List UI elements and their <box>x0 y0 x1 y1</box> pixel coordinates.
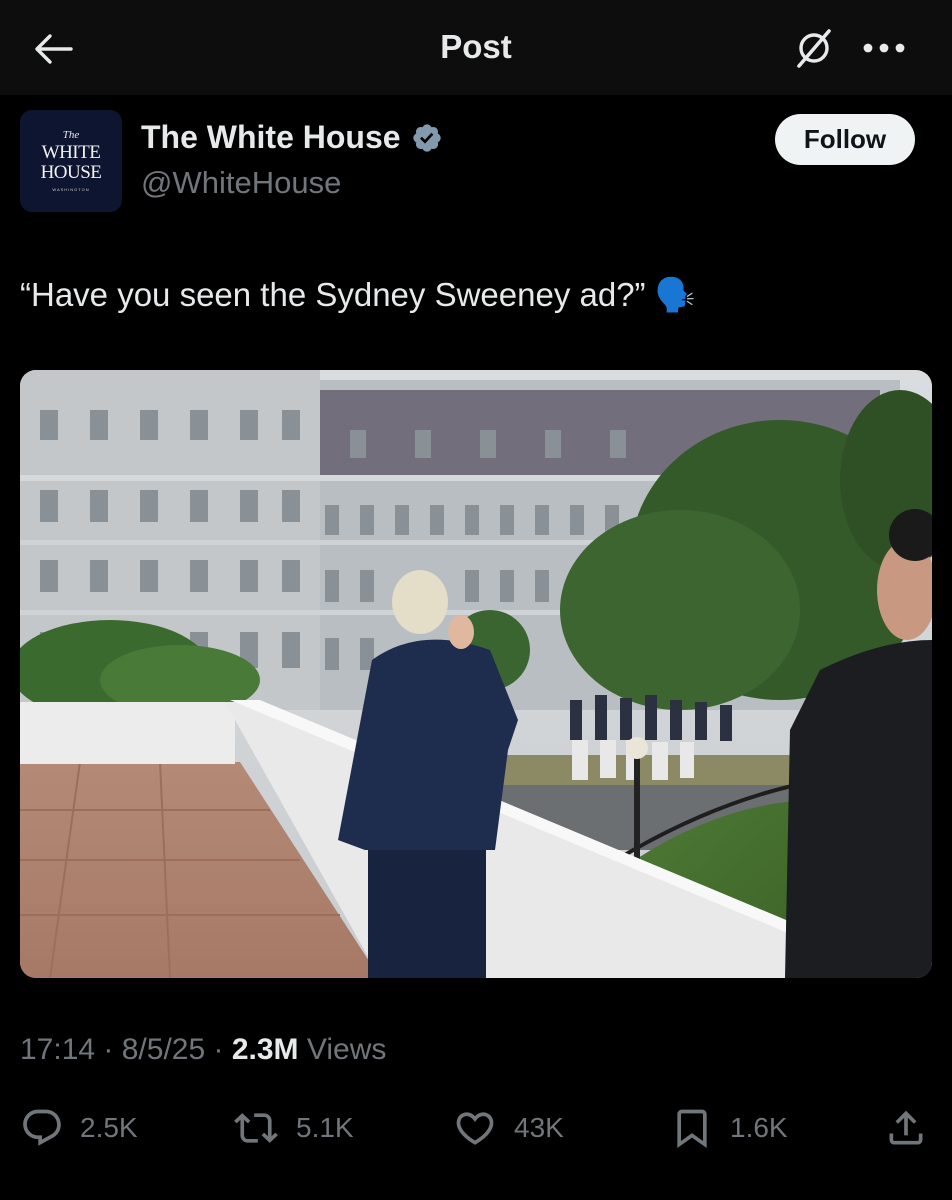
avatar-text-house: HOUSE <box>40 162 102 183</box>
bookmark-count: 1.6K <box>730 1112 788 1143</box>
follow-button[interactable]: Follow <box>775 114 915 165</box>
views-label: Views <box>298 1033 387 1066</box>
avatar-text-the: The <box>62 129 80 141</box>
top-bar: Post <box>0 0 952 95</box>
more-options-button[interactable] <box>858 26 910 70</box>
meta-separator: · <box>205 1033 232 1066</box>
bookmark-icon <box>677 1109 707 1149</box>
share-icon <box>889 1110 923 1145</box>
post-date: 8/5/25 <box>121 1033 206 1066</box>
repost-button[interactable]: 5.1K <box>232 1106 354 1150</box>
post-photo-image <box>20 370 932 978</box>
meta-separator: · <box>95 1033 122 1066</box>
author-name[interactable]: The White House <box>141 119 443 156</box>
post-meta: 17:14 · 8/5/25 · 2.3M Views <box>20 1033 386 1067</box>
reply-button[interactable]: 2.5K <box>20 1106 138 1150</box>
repost-count: 5.1K <box>296 1112 354 1143</box>
grok-button[interactable] <box>790 24 838 72</box>
post-time: 17:14 <box>20 1033 96 1066</box>
repost-icon <box>234 1113 278 1143</box>
author-name-text: The White House <box>141 119 401 155</box>
post-text: “Have you seen the Sydney Sweeney ad?” 🗣… <box>20 276 696 313</box>
grok-icon <box>797 29 831 68</box>
heart-icon <box>456 1112 494 1145</box>
post-photo[interactable] <box>20 370 932 978</box>
like-button[interactable]: 43K <box>452 1106 564 1150</box>
reply-icon <box>23 1109 61 1146</box>
reply-count: 2.5K <box>80 1112 138 1143</box>
author-handle[interactable]: @WhiteHouse <box>141 165 341 201</box>
share-button[interactable] <box>884 1106 928 1150</box>
views-count[interactable]: 2.3M <box>232 1033 299 1066</box>
verified-badge-icon <box>411 122 443 154</box>
avatar-text-washington: WASHINGTON <box>52 187 90 192</box>
like-count: 43K <box>514 1112 564 1143</box>
avatar[interactable]: The WHITE HOUSE WASHINGTON <box>20 110 122 212</box>
avatar-text-white: WHITE <box>41 142 101 163</box>
more-horizontal-icon <box>863 43 905 53</box>
bookmark-button[interactable]: 1.6K <box>670 1106 788 1150</box>
